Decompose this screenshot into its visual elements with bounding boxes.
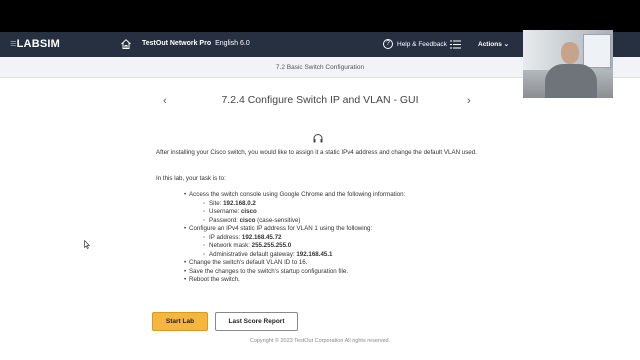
ip-label: IP address: (209, 233, 242, 241)
webcam-person-head (561, 42, 579, 64)
webcam-window (583, 34, 611, 68)
subtask-item: IP address: 192.168.45.72 (189, 234, 496, 243)
task-item: Change the switch's default VLAN ID to 1… (156, 259, 496, 268)
last-score-report-button[interactable]: Last Score Report (215, 312, 298, 331)
password-value: cisco (239, 216, 256, 224)
list-menu-icon[interactable] (450, 40, 461, 49)
username-value: cisco (240, 208, 257, 215)
start-lab-button[interactable]: Start Lab (152, 312, 208, 331)
task-item: Access the switch console using Google C… (156, 191, 496, 225)
subtask-item: Site: 192.168.0.2 (189, 200, 496, 209)
subtask-item: Administrative default gateway: 192.168.… (189, 251, 496, 260)
actions-label: Actions (478, 41, 502, 48)
mouse-cursor-icon (84, 240, 90, 249)
ip-value: 192.168.45.72 (241, 233, 282, 241)
actions-menu[interactable]: Actions ⌄ (478, 40, 509, 48)
labsim-logo[interactable]: ≡LABSIM (10, 38, 60, 50)
course-language: English 6.0 (215, 40, 250, 47)
task-item: Configure an IPv4 static IP address for … (156, 225, 496, 259)
password-label: Password: (209, 216, 240, 224)
screen: ≡LABSIM TestOut Network Pro English 6.0 ?… (0, 0, 640, 360)
webcam-overlay (523, 30, 613, 98)
help-feedback-button[interactable]: ? Help & Feedback (383, 39, 447, 49)
course-title: TestOut Network Pro English 6.0 (142, 40, 250, 47)
password-note: (case-sensitive) (255, 216, 301, 224)
help-label: Help & Feedback (397, 40, 447, 48)
task-text: Reboot the switch. (189, 276, 240, 283)
gateway-value: 192.168.45.1 (296, 250, 333, 258)
task-item: Reboot the switch. (156, 276, 496, 285)
subtask-item: Network mask: 255.255.255.0 (189, 242, 496, 251)
copyright-text: Copyright © 2023 TestOut Corporation All… (249, 338, 391, 344)
mask-value: 255.255.255.0 (251, 242, 292, 249)
home-icon[interactable] (120, 38, 132, 50)
task-text: Save the changes to the switch's startup… (189, 267, 349, 275)
headphones-icon[interactable] (312, 132, 324, 144)
mask-label: Network mask: (209, 242, 252, 249)
task-lead: In this lab, your task is to: (156, 175, 226, 182)
subtask-item: Username: cisco (189, 208, 496, 217)
logo-mark: ≡ (10, 38, 17, 50)
username-label: Username: (209, 208, 241, 215)
task-text: Access the switch console using Google C… (189, 191, 406, 198)
next-arrow-icon[interactable]: › (467, 95, 471, 107)
chevron-down-icon: ⌄ (503, 41, 510, 48)
site-value: 192.168.0.2 (223, 199, 256, 207)
webcam-person-body (545, 64, 597, 98)
task-text: Configure an IPv4 static IP address for … (189, 225, 373, 232)
subtask-item: Password: cisco (case-sensitive) (189, 217, 496, 226)
intro-paragraph: After installing your Cisco switch, you … (156, 149, 477, 156)
site-label: Site: (209, 199, 224, 207)
question-circle-icon: ? (383, 39, 393, 49)
task-text: Change the switch's default VLAN ID to 1… (189, 259, 308, 266)
task-list: Access the switch console using Google C… (156, 191, 496, 285)
task-item: Save the changes to the switch's startup… (156, 268, 496, 277)
logo-text: LABSIM (16, 38, 60, 50)
course-name: TestOut Network Pro (142, 40, 212, 47)
gateway-label: Administrative default gateway: (209, 250, 297, 258)
